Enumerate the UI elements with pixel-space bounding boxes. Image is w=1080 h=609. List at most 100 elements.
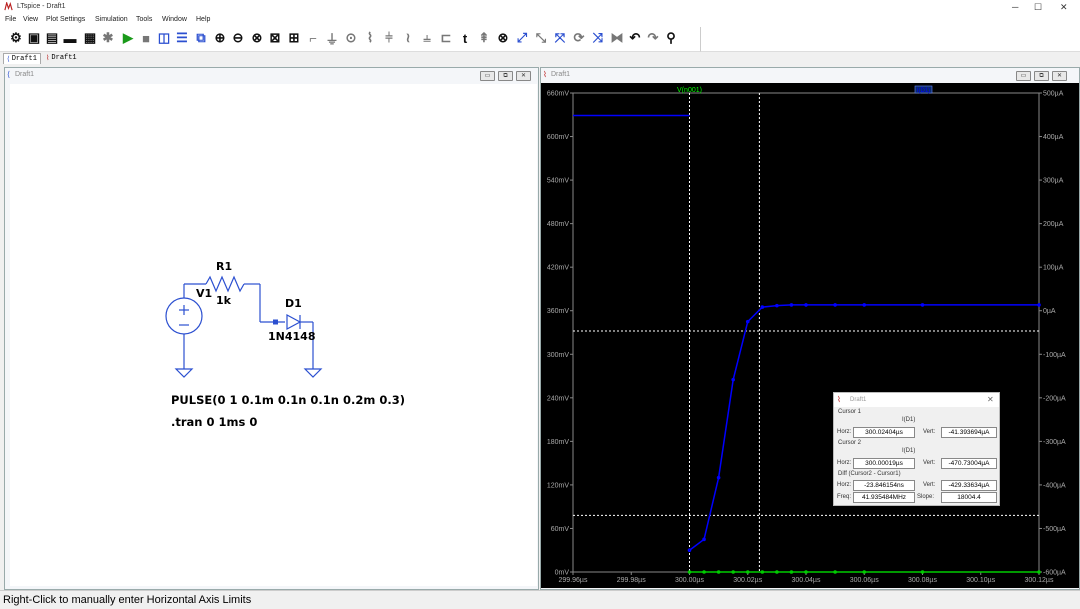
- y-right-tick-label: 200µA: [1043, 221, 1064, 228]
- series-point-v-n001: [1037, 303, 1041, 307]
- schematic-window: ⟨ Draft1 ▭ ⧉ ✕ R1 1k V1 D1 1N4148 PULSE(…: [4, 67, 539, 590]
- diff-vert-value[interactable]: -429.33634µA: [941, 480, 997, 491]
- plot-svg[interactable]: 660mV 600mV 540mV 480mV 420mV 360mV 300mV 240mV…: [541, 83, 1079, 588]
- run-icon[interactable]: ▶: [121, 30, 135, 45]
- cursor-dialog-close-button[interactable]: ✕: [987, 395, 994, 404]
- component-icon[interactable]: ⊏: [439, 30, 453, 45]
- menu-simulation[interactable]: Simulation: [95, 16, 128, 23]
- resistor-icon[interactable]: ⌇: [363, 30, 377, 45]
- delete-icon[interactable]: ⊗: [496, 30, 510, 45]
- freq-label: Freq:: [837, 494, 852, 500]
- plot-area[interactable]: 660mV 600mV 540mV 480mV 420mV 360mV 300mV 240mV…: [541, 83, 1079, 588]
- cursor-dialog-header: ⌇ Draft1 ✕: [834, 393, 999, 407]
- menu-window[interactable]: Window: [162, 16, 187, 23]
- tile-vertical-icon[interactable]: ◫: [157, 30, 171, 45]
- open-icon[interactable]: ▤: [45, 30, 59, 45]
- save-icon[interactable]: ▬: [63, 31, 77, 46]
- d1-value[interactable]: 1N4148: [268, 330, 315, 343]
- redo-icon[interactable]: ↷: [646, 30, 660, 45]
- zoom-in-icon[interactable]: ⊕: [213, 30, 227, 45]
- cursor1-vert-label: Vert:: [923, 429, 936, 435]
- control-panel-icon[interactable]: ✱: [101, 30, 115, 45]
- r1-name[interactable]: R1: [216, 260, 232, 273]
- menu-help[interactable]: Help: [196, 16, 210, 23]
- plot-minimize-button[interactable]: ▭: [1016, 71, 1031, 81]
- r1-value[interactable]: 1k: [216, 294, 231, 307]
- cursor1-vert-value[interactable]: -41.393694µA: [941, 427, 997, 438]
- pane-close-button[interactable]: ✕: [516, 71, 531, 81]
- undo-icon[interactable]: ↶: [628, 30, 642, 45]
- minimize-button[interactable]: ─: [1012, 2, 1018, 12]
- tab-schematic[interactable]: ⟨ Draft1: [3, 53, 41, 64]
- y-left-tick-label: 300mV: [547, 352, 570, 359]
- cursor2-vert-value[interactable]: -470.73004µA: [941, 458, 997, 469]
- inductor-icon[interactable]: ≀: [401, 30, 415, 45]
- move-icon[interactable]: ⤡: [534, 30, 548, 45]
- ground-icon[interactable]: ⏚: [325, 31, 339, 47]
- cursor1-horz-value[interactable]: 300.02404µs: [853, 427, 915, 438]
- rotate-icon[interactable]: ⟳: [572, 30, 586, 45]
- menu-view[interactable]: View: [23, 16, 38, 23]
- y-right-tick-label: 300µA: [1043, 178, 1064, 185]
- y-right-tick-label: -400µA: [1043, 482, 1066, 489]
- pane-restore-button[interactable]: ⧉: [498, 71, 513, 81]
- cursor1-horz-label: Horz:: [837, 429, 852, 435]
- spice-directive-icon[interactable]: ⇞: [477, 30, 491, 45]
- cursor-dialog[interactable]: ⌇ Draft1 ✕ Cursor 1 I(D1) Horz: 300.0240…: [833, 392, 1000, 506]
- tran-directive[interactable]: .tran 0 1ms 0: [171, 415, 257, 429]
- plot-restore-button[interactable]: ⧉: [1034, 71, 1049, 81]
- capacitor-icon[interactable]: ⫩: [382, 30, 396, 45]
- toolbar-spacer: [700, 27, 1080, 52]
- maximize-button[interactable]: ☐: [1034, 2, 1042, 13]
- new-schematic-icon[interactable]: ▣: [27, 30, 41, 45]
- find-icon[interactable]: ⚲: [664, 30, 678, 45]
- drag-icon[interactable]: ⤧: [553, 30, 567, 45]
- y-left-tick-label: 600mV: [547, 134, 570, 141]
- d1-name[interactable]: D1: [285, 297, 302, 310]
- pulse-directive[interactable]: PULSE(0 1 0.1m 0.1n 0.1n 0.2m 0.3): [171, 393, 405, 407]
- duplicate-icon[interactable]: ⤢: [515, 30, 529, 45]
- diode-icon[interactable]: ⫨: [420, 30, 434, 45]
- y-left-tick-label: 180mV: [547, 439, 570, 446]
- autorange-icon[interactable]: ⊠: [268, 30, 282, 45]
- pane-minimize-button[interactable]: ▭: [480, 71, 495, 81]
- plot-close-button[interactable]: ✕: [1052, 71, 1067, 81]
- mirror-icon[interactable]: ⤨: [591, 30, 605, 45]
- cascade-icon[interactable]: ⧉: [194, 30, 208, 45]
- waveform-window-title: Draft1: [551, 71, 571, 78]
- halt-icon[interactable]: ■: [139, 31, 153, 46]
- slope-label: Slope:: [917, 494, 935, 500]
- menu-plot-settings[interactable]: Plot Settings: [46, 16, 85, 23]
- menu-tools[interactable]: Tools: [136, 16, 152, 23]
- zoom-fit-icon[interactable]: ⊗: [250, 30, 264, 45]
- schematic-canvas[interactable]: R1 1k V1 D1 1N4148 PULSE(0 1 0.1m 0.1n 0…: [10, 84, 537, 586]
- waveform-icon: ⌇: [46, 54, 50, 63]
- zoom-out-icon[interactable]: ⊖: [231, 30, 245, 45]
- slope-value[interactable]: 18004.4: [941, 492, 997, 503]
- wire-icon[interactable]: ⌐: [306, 31, 320, 46]
- text-icon[interactable]: t: [458, 31, 472, 46]
- y-right-tick-label: 500µA: [1043, 91, 1064, 98]
- fft-icon[interactable]: ⊞: [287, 30, 301, 45]
- print-icon[interactable]: ▦: [83, 30, 97, 45]
- v1-name[interactable]: V1: [196, 287, 212, 300]
- tile-horizontal-icon[interactable]: ☰: [175, 30, 189, 45]
- label-net-icon[interactable]: ⊙: [344, 30, 358, 45]
- series-point-i-d1: [760, 570, 765, 574]
- settings-icon[interactable]: ⚙: [9, 30, 23, 45]
- cursor2-trace: I(D1): [902, 448, 916, 454]
- diff-horz-value[interactable]: -23.846154ns: [853, 480, 915, 491]
- x-tick-label: 300.10µs: [966, 577, 995, 584]
- mirror-flip-icon[interactable]: ⧓: [610, 30, 624, 45]
- y-left-tick-label: 240mV: [547, 395, 570, 402]
- menu-file[interactable]: File: [5, 16, 16, 23]
- series-point-v-n001: [804, 303, 808, 307]
- voltage-source-symbol: [165, 297, 203, 335]
- tab-waveform[interactable]: ⌇ Draft1: [43, 53, 80, 63]
- freq-value[interactable]: 41.935484MHz: [853, 492, 915, 503]
- x-tick-label: 300.02µs: [733, 577, 762, 584]
- schematic-window-header: ⟨ Draft1 ▭ ⧉ ✕: [5, 68, 538, 82]
- cursor2-horz-value[interactable]: 300.00019µs: [853, 458, 915, 469]
- close-button[interactable]: ✕: [1060, 2, 1068, 13]
- trace-label-v-n001: V(n001): [677, 87, 702, 94]
